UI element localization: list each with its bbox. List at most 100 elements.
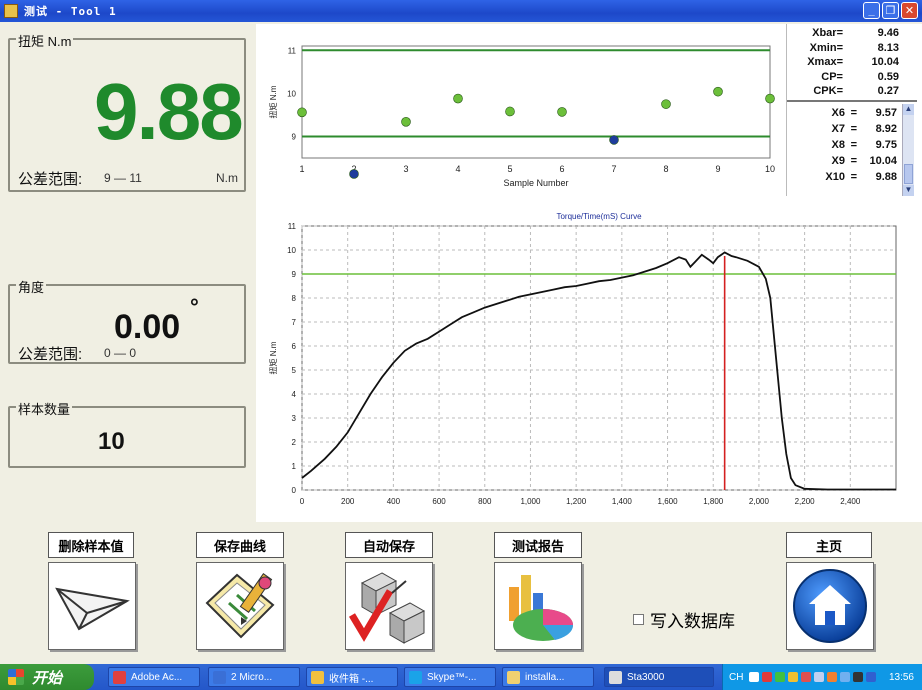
scroll-down-icon[interactable]: ▼ bbox=[903, 185, 914, 196]
paper-plane-icon bbox=[55, 587, 130, 631]
x-tick-label: 400 bbox=[387, 497, 401, 506]
x-tick-label: 5 bbox=[507, 164, 512, 174]
start-label: 开始 bbox=[32, 669, 63, 687]
tray-icon[interactable] bbox=[788, 672, 799, 682]
sample-list-scrollbar[interactable]: ▲ ▼ bbox=[902, 104, 914, 196]
x-tick-label: 1,600 bbox=[658, 497, 679, 506]
stat-value: 0.27 bbox=[877, 85, 899, 97]
write-database-label[interactable]: 写入数据库 bbox=[650, 607, 735, 632]
plot-frame bbox=[301, 225, 897, 491]
start-button[interactable]: 开始 bbox=[0, 664, 94, 690]
sample-key: X8 bbox=[831, 139, 845, 151]
task-label: 2 Micro... bbox=[231, 671, 273, 683]
plot-frame bbox=[301, 45, 771, 159]
ime-indicator[interactable]: CH bbox=[729, 672, 743, 683]
equals-sign: = bbox=[850, 171, 857, 183]
taskbar-item-sta3000[interactable]: Sta3000 bbox=[604, 667, 714, 687]
statistics-summary: Xbar= 9.46 Xmin= 8.13 Xmax= 10.04 CP= 0.59 CPK= 0… bbox=[787, 24, 917, 102]
taskbar-item-mail[interactable]: 收件箱 -... bbox=[306, 667, 398, 687]
data-point bbox=[297, 107, 307, 118]
sample-value: 9.75 bbox=[875, 139, 897, 151]
task-label: Skype™-... bbox=[427, 671, 477, 683]
sample-value: 10.04 bbox=[869, 155, 897, 167]
tray-icon[interactable] bbox=[840, 672, 851, 682]
tray-icons bbox=[749, 672, 877, 682]
x-tick-label: 2,400 bbox=[840, 497, 861, 506]
stat-value: 9.46 bbox=[877, 27, 899, 39]
statistics-panel: Xbar= 9.46 Xmin= 8.13 Xmax= 10.04 CP= 0.59 CPK= 0… bbox=[786, 24, 917, 196]
auto-save-button[interactable] bbox=[345, 562, 433, 650]
tray-icon[interactable] bbox=[827, 672, 838, 682]
taskbar-item-word[interactable]: 2 Micro... bbox=[208, 667, 300, 687]
app-icon bbox=[113, 671, 126, 684]
stat-key: Xbar= bbox=[812, 27, 843, 39]
stat-value: 10.04 bbox=[871, 56, 899, 68]
tray-icon[interactable] bbox=[853, 672, 864, 682]
y-tick-label: 11 bbox=[288, 222, 297, 231]
x-axis-label: Sample Number bbox=[503, 178, 568, 188]
tray-icon[interactable] bbox=[866, 672, 877, 682]
window-title: 测试 - Tool 1 bbox=[24, 5, 117, 18]
tray-icon[interactable] bbox=[814, 672, 825, 682]
task-label: Adobe Ac... bbox=[131, 671, 183, 683]
data-point bbox=[453, 93, 463, 104]
y-tick-label: 6 bbox=[292, 342, 297, 351]
y-tick-label: 5 bbox=[292, 366, 297, 375]
tray-icon[interactable] bbox=[801, 672, 812, 682]
write-database-checkbox[interactable] bbox=[633, 614, 644, 625]
sample-value: 8.92 bbox=[875, 123, 897, 135]
save-curve-button-label[interactable]: 保存曲线 bbox=[196, 532, 284, 558]
test-report-button-label[interactable]: 测试报告 bbox=[494, 532, 582, 558]
x-tick-label: 4 bbox=[455, 164, 460, 174]
home-button-label[interactable]: 主页 bbox=[786, 532, 872, 558]
sample-key: X6 bbox=[831, 107, 845, 119]
taskbar-item-install[interactable]: installa... bbox=[502, 667, 594, 687]
sample-values-list[interactable]: X6 = 9.57 X7 = 8.92 X8 = 9.75 X9 = 10.04 X10 = 9.88 bbox=[787, 104, 917, 196]
task-label: Sta3000 bbox=[627, 671, 665, 683]
system-tray: CH 13:56 bbox=[722, 664, 922, 690]
data-point bbox=[765, 93, 775, 104]
minimize-button[interactable]: _ bbox=[863, 2, 880, 19]
x-tick-label: 1,800 bbox=[703, 497, 724, 506]
chart-title: Torque/Time(mS) Curve bbox=[556, 212, 642, 221]
taskbar-item-skype[interactable]: Skype™-... bbox=[404, 667, 496, 687]
window-controls: _ ❐ ✕ bbox=[863, 2, 918, 19]
y-tick-label: 3 bbox=[292, 414, 297, 423]
tray-icon[interactable] bbox=[749, 672, 760, 682]
scroll-thumb[interactable] bbox=[904, 164, 913, 184]
degree-symbol: ° bbox=[190, 294, 199, 319]
torque-value: 9.88 bbox=[94, 67, 244, 156]
y-tick-label: 1 bbox=[292, 462, 297, 471]
y-tick-label: 7 bbox=[292, 318, 297, 327]
y-tick-label: 10 bbox=[287, 89, 296, 98]
y-tick-label: 9 bbox=[292, 132, 297, 141]
home-icon bbox=[793, 569, 867, 643]
x-tick-label: 800 bbox=[478, 497, 492, 506]
app-icon bbox=[609, 671, 622, 684]
stat-value: 8.13 bbox=[877, 41, 899, 54]
y-tick-label: 9 bbox=[292, 270, 297, 279]
taskbar-item-adobe[interactable]: Adobe Ac... bbox=[108, 667, 200, 687]
delete-sample-button[interactable] bbox=[48, 562, 136, 650]
auto-save-button-label[interactable]: 自动保存 bbox=[345, 532, 433, 558]
restore-button[interactable]: ❐ bbox=[882, 2, 899, 19]
tray-icon[interactable] bbox=[775, 672, 786, 682]
x-tick-label: 10 bbox=[765, 164, 775, 174]
tray-icon[interactable] bbox=[762, 672, 773, 682]
test-report-button[interactable] bbox=[494, 562, 582, 650]
home-button[interactable] bbox=[786, 562, 874, 650]
delete-sample-button-label[interactable]: 删除样本值 bbox=[48, 532, 134, 558]
equals-sign: = bbox=[850, 123, 857, 135]
stat-key: Xmin= bbox=[809, 41, 843, 54]
close-button[interactable]: ✕ bbox=[901, 2, 918, 19]
folder-icon bbox=[507, 671, 520, 684]
y-tick-label: 11 bbox=[288, 46, 297, 55]
x-tick-label: 1,200 bbox=[566, 497, 587, 506]
save-curve-button[interactable] bbox=[196, 562, 284, 650]
y-tick-label: 10 bbox=[287, 246, 296, 255]
scroll-up-icon[interactable]: ▲ bbox=[903, 104, 914, 115]
x-tick-label: 7 bbox=[611, 164, 616, 174]
torque-tolerance-label: 公差范围: bbox=[18, 171, 83, 188]
pencil-paper-icon bbox=[205, 573, 275, 639]
y-tick-label: 0 bbox=[292, 486, 297, 495]
